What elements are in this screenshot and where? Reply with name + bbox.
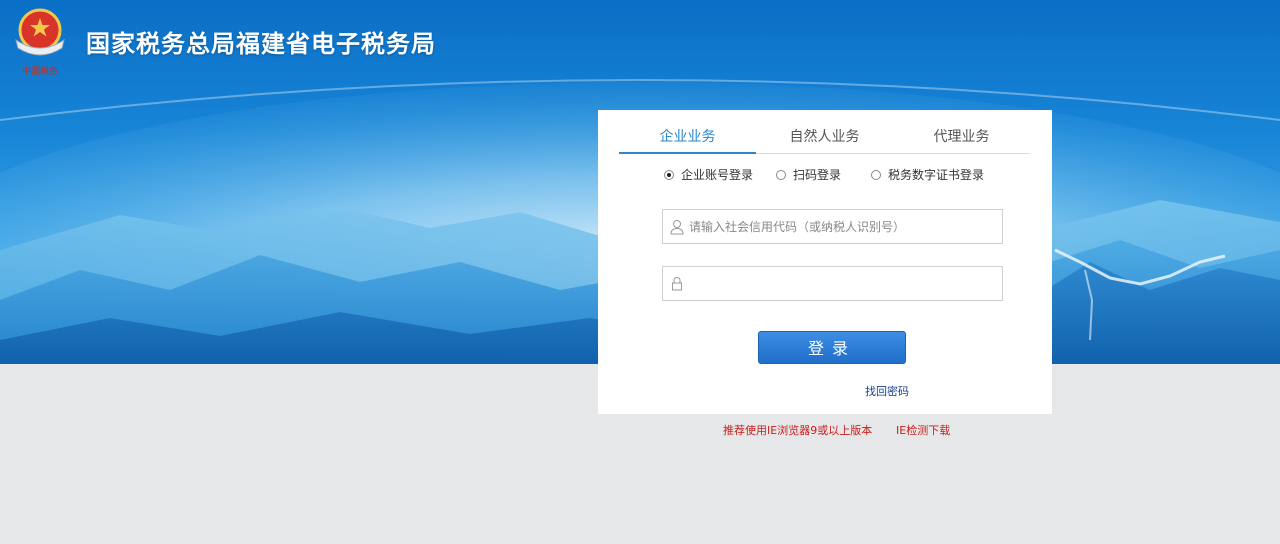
username-field (662, 209, 1003, 244)
radio-label: 扫码登录 (793, 168, 842, 182)
lock-icon (672, 276, 682, 291)
tab-individual[interactable]: 自然人业务 (756, 122, 893, 152)
radio-label: 企业账号登录 (681, 168, 754, 182)
password-input[interactable] (689, 267, 997, 300)
user-icon (670, 220, 684, 235)
password-field (662, 266, 1003, 301)
radio-certificate-login[interactable]: 税务数字证书登录 (871, 166, 984, 183)
tax-emblem-icon: 中国税务 (10, 6, 70, 78)
radio-unchecked-icon (871, 170, 881, 180)
radio-label: 税务数字证书登录 (888, 168, 985, 182)
radio-qrcode-login[interactable]: 扫码登录 (776, 166, 841, 183)
logo-caption: 中国税务 (22, 65, 58, 77)
radio-checked-icon (664, 170, 674, 180)
tab-agent[interactable]: 代理业务 (893, 122, 1030, 152)
login-panel: 企业业务 自然人业务 代理业务 企业账号登录 扫码登录 税务数字证书登录 登录 … (598, 110, 1052, 414)
login-tabs: 企业业务 自然人业务 代理业务 (619, 122, 1030, 154)
username-input[interactable] (689, 210, 997, 243)
forgot-password-link[interactable]: 找回密码 (865, 383, 909, 399)
ie-check-download-link[interactable]: IE检测下载 (896, 422, 950, 438)
radio-account-login[interactable]: 企业账号登录 (664, 166, 753, 183)
login-button[interactable]: 登录 (758, 331, 906, 364)
site-title: 国家税务总局福建省电子税务局 (86, 30, 436, 58)
radio-unchecked-icon (776, 170, 786, 180)
browser-recommendation: 推荐使用IE浏览器9或以上版本 (723, 424, 873, 437)
tab-enterprise[interactable]: 企业业务 (619, 122, 756, 154)
